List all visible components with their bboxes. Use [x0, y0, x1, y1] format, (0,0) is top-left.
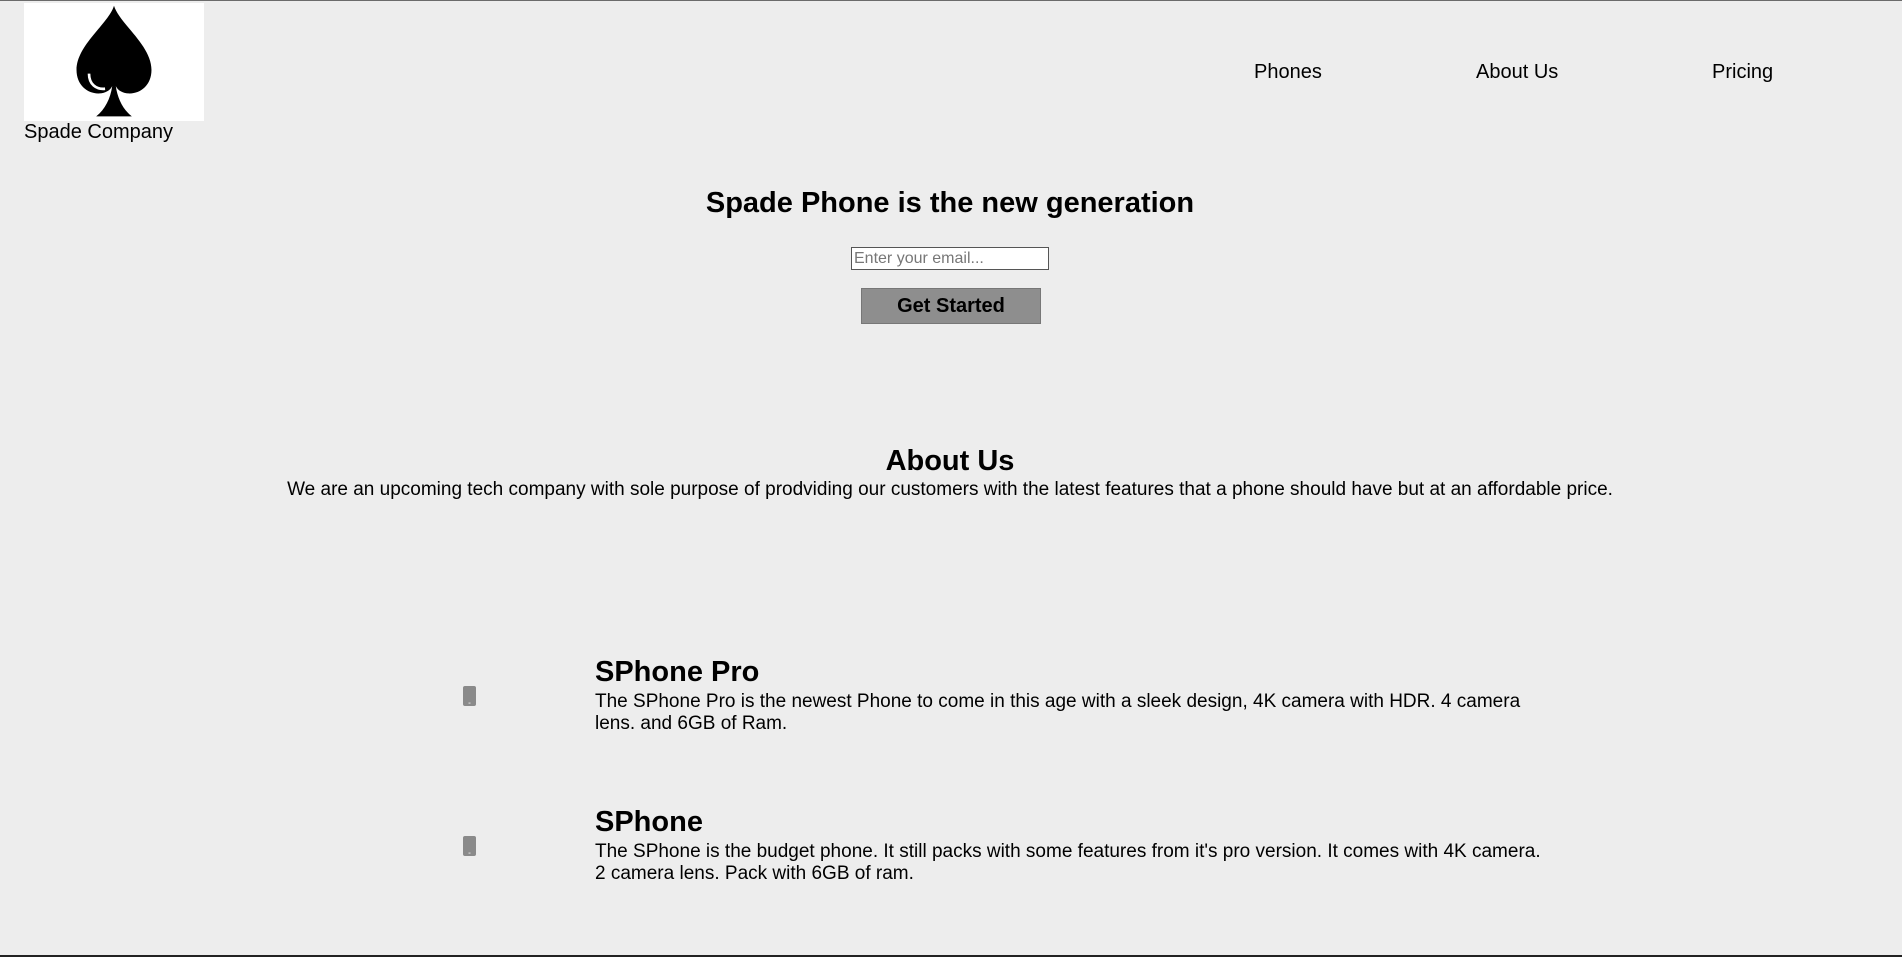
hero-title: Spade Phone is the new generation [705, 187, 1195, 219]
phone-icon [463, 686, 476, 706]
product-description: The SPhone Pro is the newest Phone to co… [595, 691, 1521, 734]
about-text: We are an upcoming tech company with sol… [287, 479, 1613, 500]
email-input[interactable] [851, 247, 1049, 270]
company-name: Spade Company [24, 121, 173, 143]
product-description: The SPhone is the budget phone. It still… [595, 841, 1541, 884]
phone-icon [463, 836, 476, 856]
product-name: SPhone Pro [595, 656, 760, 688]
nav-link-about-us[interactable]: About Us [1476, 61, 1558, 84]
about-title: About Us [885, 445, 1015, 477]
get-started-button[interactable]: Get Started [861, 288, 1041, 324]
page: Spade Company Phones About Us Pricing Sp… [0, 0, 1902, 957]
product-name: SPhone [595, 806, 703, 838]
nav-link-phones[interactable]: Phones [1254, 61, 1322, 84]
nav-link-pricing[interactable]: Pricing [1712, 61, 1773, 84]
main-nav: Phones About Us Pricing [0, 61, 1902, 87]
